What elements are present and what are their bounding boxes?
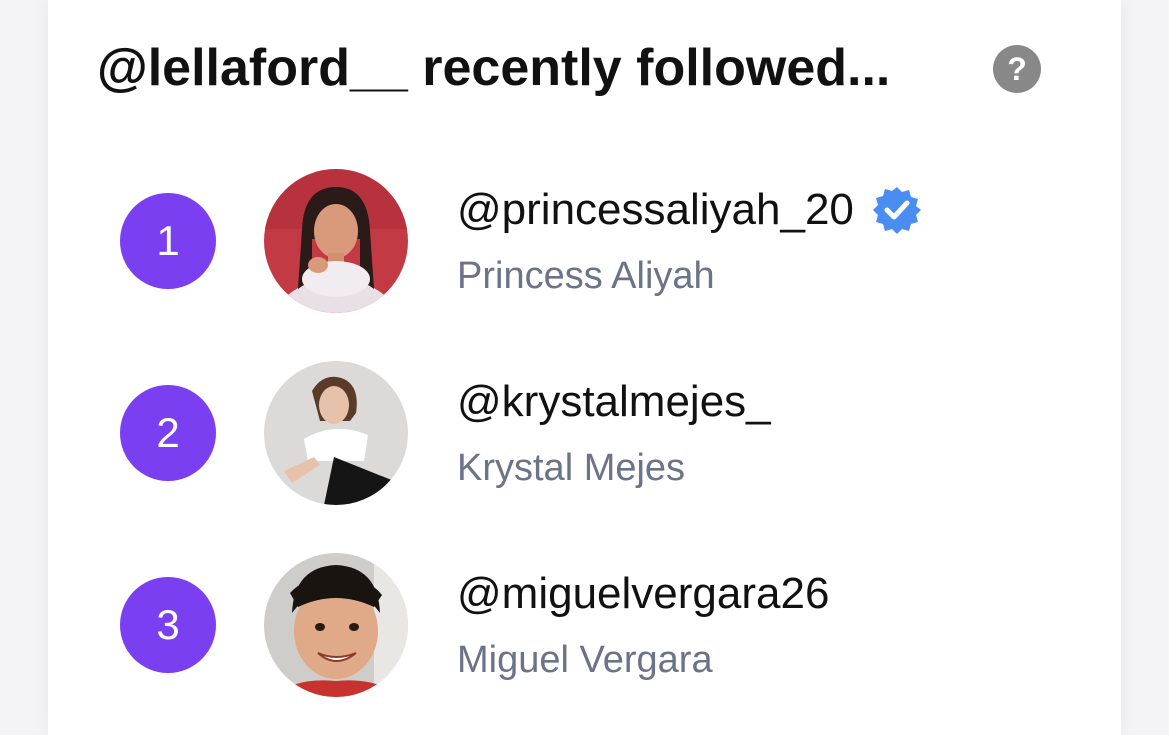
- avatar[interactable]: [264, 361, 408, 505]
- list-item[interactable]: 3 @miguelvergara26 Miguel Vergara: [0, 553, 1169, 703]
- rank-badge: 2: [120, 385, 216, 481]
- card-title: @lellaford__ recently followed...: [97, 39, 891, 97]
- username-row: @miguelvergara26: [457, 569, 829, 619]
- display-name: Miguel Vergara: [457, 639, 713, 681]
- rank-badge: 3: [120, 577, 216, 673]
- avatar[interactable]: [264, 553, 408, 697]
- username-link[interactable]: @miguelvergara26: [457, 569, 829, 619]
- username-row: @princessaliyah_20: [457, 185, 922, 235]
- rank-badge: 1: [120, 193, 216, 289]
- username-row: @krystalmejes_: [457, 377, 771, 427]
- avatar[interactable]: [264, 169, 408, 313]
- username-link[interactable]: @princessaliyah_20: [457, 185, 854, 235]
- question-circle-icon[interactable]: ?: [993, 45, 1041, 93]
- display-name: Princess Aliyah: [457, 255, 715, 297]
- list-item[interactable]: 1 @princessaliyah_20 Princess Aliyah: [0, 169, 1169, 319]
- display-name: Krystal Mejes: [457, 447, 686, 489]
- verified-badge-icon: [872, 185, 922, 235]
- list-item[interactable]: 2 @krystalmejes_ Krystal Mejes: [0, 361, 1169, 511]
- username-link[interactable]: @krystalmejes_: [457, 377, 771, 427]
